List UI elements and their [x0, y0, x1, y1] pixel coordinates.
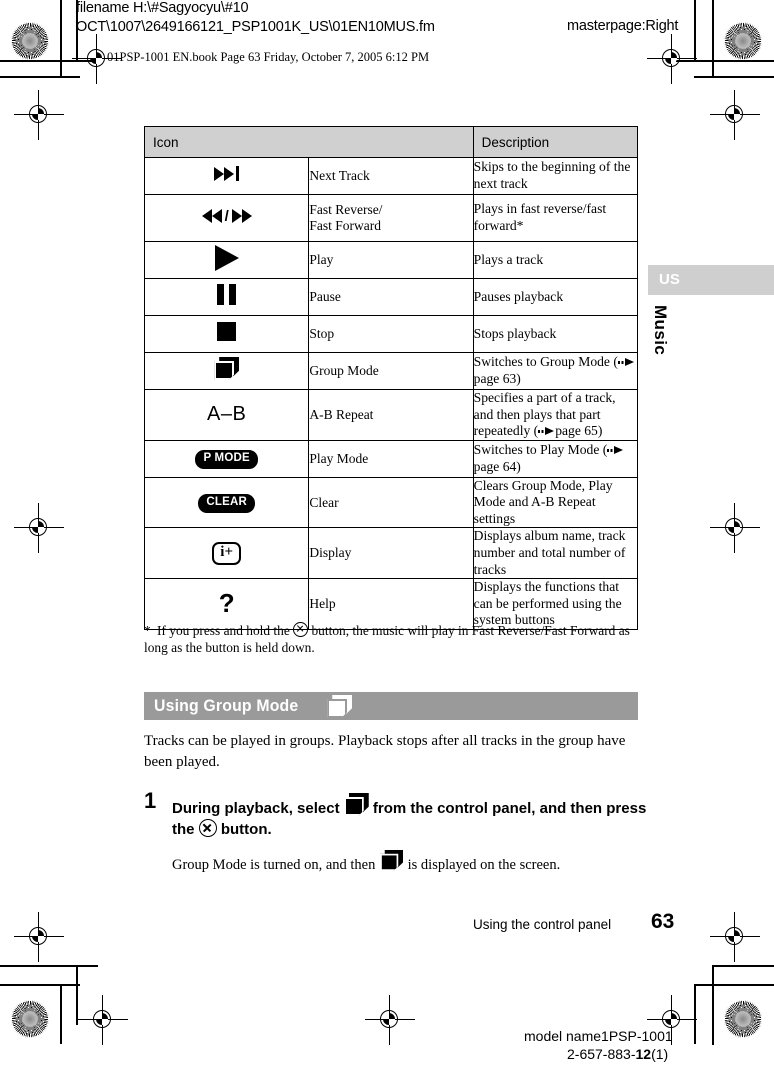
- page-number: 63: [651, 910, 675, 933]
- see-page-arrow-icon: [538, 427, 555, 436]
- group-mode-icon: [343, 793, 369, 816]
- icon-name: Next Track: [308, 157, 474, 195]
- icon-description: Switches to Play Mode (page 64): [472, 439, 639, 478]
- fast-rev-fwd-icon: /: [143, 194, 310, 242]
- ab-repeat-icon: A–B: [143, 389, 310, 441]
- table-row: Group Mode Switches to Group Mode (page …: [143, 352, 639, 390]
- display-icon: i+: [143, 527, 310, 580]
- icon-description: Plays in fast reverse/fast forward*: [472, 194, 639, 242]
- step-instruction: During playback, select from the control…: [172, 790, 650, 841]
- icon-name: Group Mode: [308, 352, 474, 390]
- control-panel-icon-table: Icon Description Next Track Skips to the…: [143, 126, 639, 630]
- table-header-description: Description: [472, 126, 639, 158]
- icon-name: Display: [308, 527, 474, 580]
- play-mode-label: P MODE: [195, 450, 258, 469]
- table-header-row: Icon Description: [144, 126, 639, 158]
- table-row: P MODE Play Mode Switches to Play Mode (…: [143, 439, 639, 478]
- prepress-model-name: model name1PSP-1001: [524, 1028, 673, 1044]
- table-row: Stop Stops playback: [143, 315, 639, 353]
- icon-description: Skips to the beginning of the next track: [472, 157, 639, 195]
- icon-description: Specifies a part of a track, and then pl…: [472, 389, 639, 441]
- region-tab-label: US: [659, 271, 680, 288]
- prepress-doc-number: 2-657-883-12(1): [567, 1046, 668, 1062]
- icon-description: Switches to Group Mode (page 63): [472, 352, 639, 390]
- play-mode-icon: P MODE: [143, 439, 310, 478]
- step-result-text: Group Mode is turned on, and then is dis…: [172, 846, 650, 875]
- next-track-icon: [143, 157, 310, 195]
- clear-label: CLEAR: [198, 494, 255, 513]
- doc-number-suffix: (1): [651, 1046, 669, 1062]
- pause-icon: [143, 278, 310, 316]
- section-title: Using Group Mode: [154, 696, 299, 715]
- step-sub-part2: is displayed on the screen.: [407, 856, 561, 873]
- footnote-text-part1: If you press and hold the: [157, 623, 290, 638]
- icon-description: Stops playback: [472, 315, 639, 353]
- table-row: Pause Pauses playback: [143, 278, 639, 316]
- cross-button-icon: [293, 622, 309, 637]
- group-mode-icon: [143, 352, 310, 390]
- see-page-arrow-icon: [607, 446, 624, 455]
- icon-name: Stop: [308, 315, 474, 353]
- cross-button-icon: [198, 819, 217, 838]
- clear-icon: CLEAR: [143, 476, 310, 529]
- icon-name: A-B Repeat: [308, 389, 474, 441]
- icon-name-line2: Fast Forward: [309, 218, 381, 233]
- icon-description: Pauses playback: [472, 278, 639, 316]
- ab-repeat-label: A–B: [207, 403, 247, 426]
- procedure-step-1: 1 During playback, select from the contr…: [144, 788, 650, 875]
- chapter-thumb-label: Music: [651, 305, 670, 356]
- footnote-body: If you press and hold the button, the mu…: [144, 622, 630, 655]
- icon-name: Play: [308, 241, 474, 279]
- icon-description: Plays a track: [472, 241, 639, 279]
- table-row: / Fast Reverse/ Fast Forward Plays in fa…: [143, 194, 639, 242]
- icon-name: Fast Reverse/ Fast Forward: [308, 194, 474, 242]
- footnote: * If you press and hold the button, the …: [144, 622, 644, 656]
- icon-name-line1: Fast Reverse/: [309, 202, 383, 217]
- footer-caption: Using the control panel: [473, 917, 612, 932]
- stop-icon: [143, 315, 310, 353]
- table-row: Play Plays a track: [143, 241, 639, 279]
- table-row: i+ Display Displays album name, track nu…: [143, 527, 639, 580]
- play-icon: [143, 241, 310, 279]
- step-sub-part1: Group Mode is turned on, and then: [172, 856, 376, 873]
- desc-text-pre: Switches to Play Mode (: [473, 442, 608, 458]
- icon-name: Pause: [308, 278, 474, 316]
- desc-text-post: page 64): [473, 458, 521, 474]
- icon-description: Clears Group Mode, Play Mode and A-B Rep…: [472, 476, 639, 529]
- display-label: i+: [212, 541, 242, 565]
- desc-text-post: page 63): [473, 371, 521, 386]
- desc-text-pre: Switches to Group Mode (: [473, 354, 618, 370]
- icon-name: Clear: [308, 476, 474, 529]
- section-heading-bar: Using Group Mode: [144, 692, 638, 720]
- section-intro-paragraph: Tracks can be played in groups. Playback…: [144, 733, 626, 771]
- step-number: 1: [144, 788, 157, 813]
- help-label: ?: [218, 587, 235, 618]
- desc-text-post: page 65): [555, 423, 603, 439]
- footnote-marker: *: [144, 623, 151, 638]
- group-mode-icon: [327, 694, 353, 718]
- icon-description: Displays album name, track number and to…: [472, 527, 639, 580]
- icon-name: Play Mode: [308, 439, 474, 478]
- table-header-icon: Icon: [144, 126, 474, 158]
- table-row: A–B A-B Repeat Specifies a part of a tra…: [143, 389, 639, 441]
- step-text-part1: During playback, select: [172, 800, 340, 817]
- doc-number-revision: 12: [635, 1046, 652, 1062]
- step-text-part3: button.: [220, 821, 272, 839]
- region-tab: US: [648, 265, 774, 295]
- table-row: Next Track Skips to the beginning of the…: [143, 157, 639, 195]
- see-page-arrow-icon: [617, 358, 635, 367]
- group-mode-icon: [380, 849, 403, 871]
- doc-number-prefix: 2-657-883-: [567, 1046, 636, 1062]
- table-row: CLEAR Clear Clears Group Mode, Play Mode…: [143, 476, 639, 529]
